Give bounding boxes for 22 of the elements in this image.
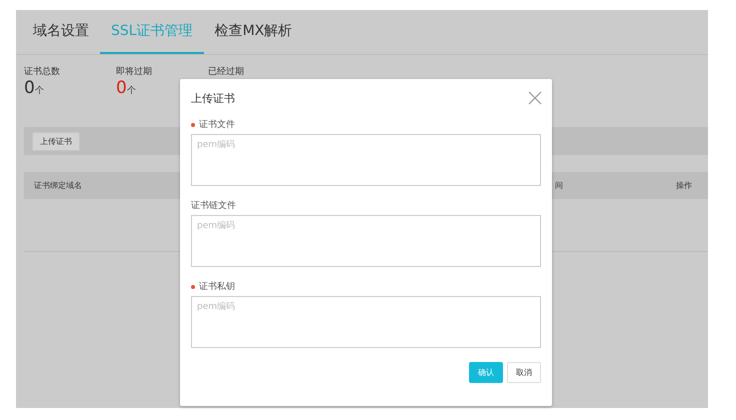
text-area[interactable]: pem编码 — [191, 296, 541, 348]
stat-label: 已经过期 — [208, 66, 245, 78]
stat-value: 0 — [116, 78, 127, 98]
cancel-button[interactable]: 取消 — [507, 362, 541, 383]
stat-unit: 个 — [126, 84, 136, 97]
upload-button[interactable]: 上传证书 — [32, 132, 80, 150]
text-area[interactable]: pem编码 — [191, 134, 541, 186]
tab[interactable]: 检查MX解析 — [204, 10, 304, 54]
dialog-title: 上传证书 — [191, 90, 235, 106]
field-label: 证书私钥 — [199, 280, 235, 293]
field-label: 证书链文件 — [191, 200, 236, 212]
column-header: 操作 — [676, 180, 692, 191]
close-icon[interactable] — [528, 91, 542, 105]
stat-unit: 个 — [34, 84, 44, 97]
tab[interactable]: 域名设置 — [22, 10, 100, 54]
stat-label: 证书总数 — [24, 66, 61, 78]
field-label: 证书文件 — [199, 118, 235, 131]
column-header: 证书绑定域名 — [34, 180, 82, 191]
text-area[interactable]: pem编码 — [191, 215, 541, 267]
column-header: 间 — [555, 180, 563, 191]
stat-value: 0 — [24, 78, 35, 98]
stat-label: 即将过期 — [116, 66, 153, 78]
